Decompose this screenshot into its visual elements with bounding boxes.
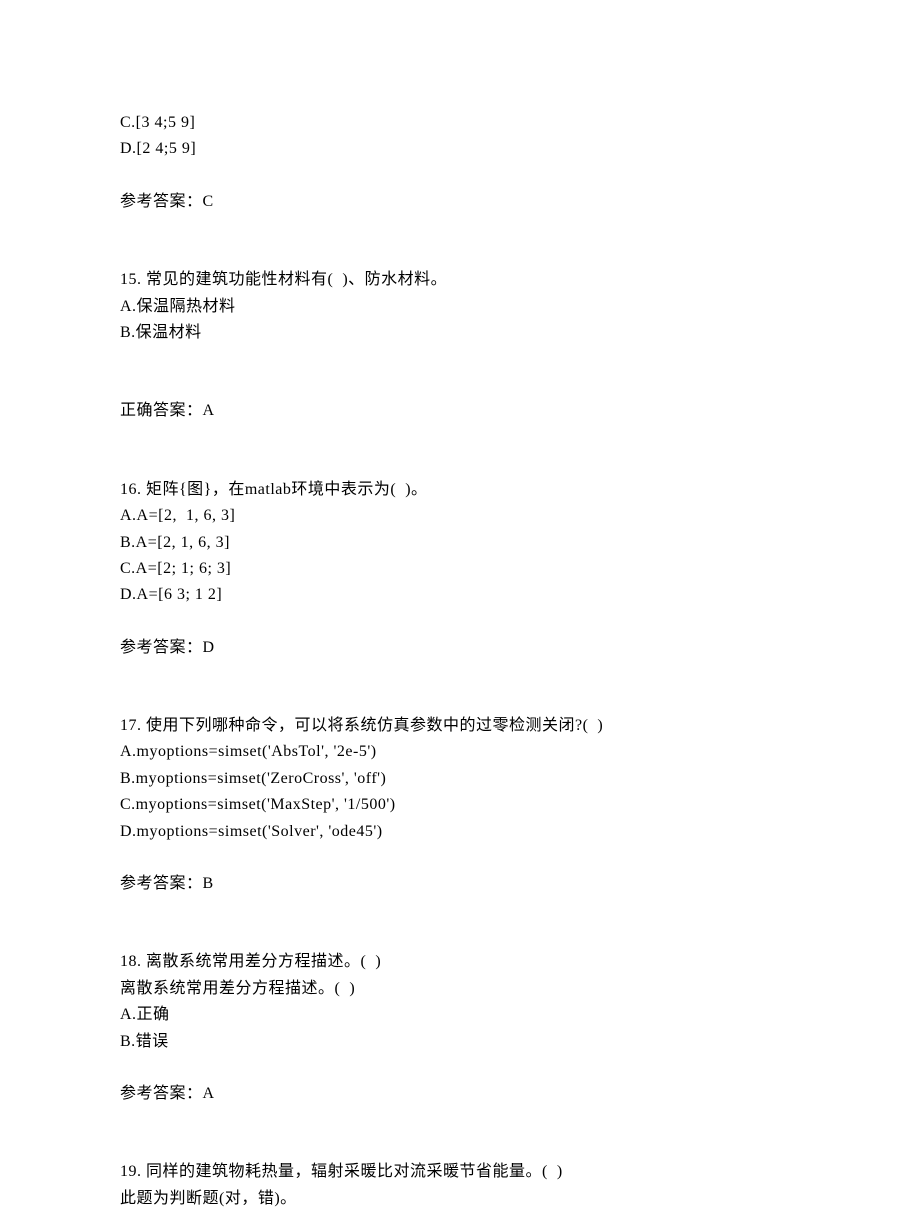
q14-option-d: D.[2 4;5 9] <box>120 136 800 162</box>
spacer <box>120 923 800 949</box>
spacer <box>120 1055 800 1081</box>
spacer <box>120 687 800 713</box>
q15-option-b: B.保温材料 <box>120 320 800 346</box>
q16-option-a: A.A=[2, 1, 6, 3] <box>120 503 800 529</box>
spacer <box>120 845 800 871</box>
spacer <box>120 163 800 189</box>
question-15: 15. 常见的建筑功能性材料有( )、防水材料。 A.保温隔热材料 B.保温材料… <box>120 267 800 425</box>
spacer <box>120 425 800 451</box>
q17-option-d: D.myoptions=simset('Solver', 'ode45') <box>120 819 800 845</box>
q14-option-c: C.[3 4;5 9] <box>120 110 800 136</box>
q16-option-b: B.A=[2, 1, 6, 3] <box>120 530 800 556</box>
q19-stem: 19. 同样的建筑物耗热量，辐射采暖比对流采暖节省能量。( ) <box>120 1159 800 1185</box>
spacer <box>120 1133 800 1159</box>
q17-option-a: A.myoptions=simset('AbsTol', '2e-5') <box>120 739 800 765</box>
question-19: 19. 同样的建筑物耗热量，辐射采暖比对流采暖节省能量。( ) 此题为判断题(对… <box>120 1159 800 1212</box>
q15-option-a: A.保温隔热材料 <box>120 294 800 320</box>
q17-answer: 参考答案：B <box>120 871 800 897</box>
q16-stem: 16. 矩阵{图}，在matlab环境中表示为( )。 <box>120 477 800 503</box>
spacer <box>120 215 800 241</box>
q15-answer: 正确答案：A <box>120 398 800 424</box>
question-16: 16. 矩阵{图}，在matlab环境中表示为( )。 A.A=[2, 1, 6… <box>120 477 800 661</box>
q18-option-a: A.正确 <box>120 1002 800 1028</box>
spacer <box>120 372 800 398</box>
spacer <box>120 241 800 267</box>
spacer <box>120 1107 800 1133</box>
q16-option-c: C.A=[2; 1; 6; 3] <box>120 556 800 582</box>
spacer <box>120 897 800 923</box>
spacer <box>120 609 800 635</box>
q18-stem: 18. 离散系统常用差分方程描述。( ) <box>120 949 800 975</box>
q16-option-d: D.A=[6 3; 1 2] <box>120 582 800 608</box>
q17-option-c: C.myoptions=simset('MaxStep', '1/500') <box>120 792 800 818</box>
question-17: 17. 使用下列哪种命令，可以将系统仿真参数中的过零检测关闭?( ) A.myo… <box>120 713 800 897</box>
q16-answer: 参考答案：D <box>120 635 800 661</box>
question-18: 18. 离散系统常用差分方程描述。( ) 离散系统常用差分方程描述。( ) A.… <box>120 949 800 1107</box>
q18-option-b: B.错误 <box>120 1029 800 1055</box>
q17-stem: 17. 使用下列哪种命令，可以将系统仿真参数中的过零检测关闭?( ) <box>120 713 800 739</box>
spacer <box>120 346 800 372</box>
q17-option-b: B.myoptions=simset('ZeroCross', 'off') <box>120 766 800 792</box>
q18-answer: 参考答案：A <box>120 1081 800 1107</box>
question-14-partial: C.[3 4;5 9] D.[2 4;5 9] 参考答案：C <box>120 110 800 215</box>
q15-stem: 15. 常见的建筑功能性材料有( )、防水材料。 <box>120 267 800 293</box>
spacer <box>120 661 800 687</box>
q18-stem-repeat: 离散系统常用差分方程描述。( ) <box>120 976 800 1002</box>
q19-note: 此题为判断题(对，错)。 <box>120 1186 800 1212</box>
spacer <box>120 451 800 477</box>
q14-answer: 参考答案：C <box>120 189 800 215</box>
